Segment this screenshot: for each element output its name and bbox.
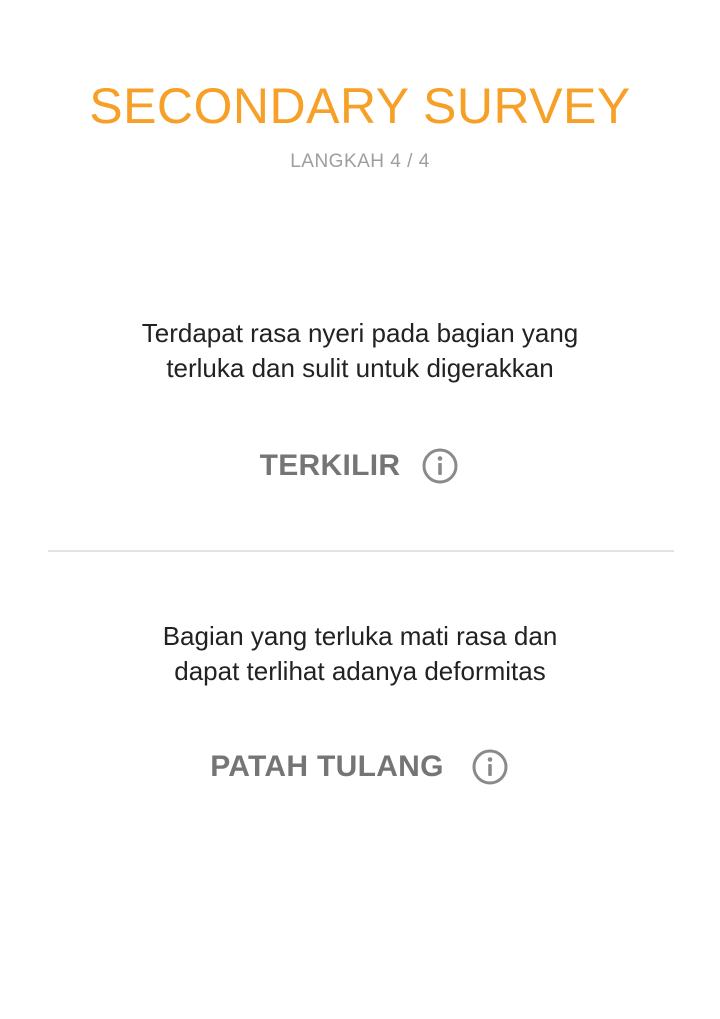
option-2-description-line: dapat terlihat adanya deformitas xyxy=(174,656,546,686)
section-divider xyxy=(48,550,674,552)
option-1-description-line: terluka dan sulit untuk digerakkan xyxy=(166,353,554,383)
option-patah-tulang[interactable]: PATAH TULANG xyxy=(0,743,720,791)
option-1-description: Terdapat rasa nyeri pada bagian yang ter… xyxy=(60,316,660,386)
option-2-description-line: Bagian yang terluka mati rasa dan xyxy=(162,621,558,651)
step-indicator: LANGKAH 4 / 4 xyxy=(290,151,430,172)
option-1-description-line: Terdapat rasa nyeri pada bagian yang xyxy=(141,318,579,348)
option-terkilir[interactable]: TERKILIR xyxy=(0,442,720,490)
option-terkilir-label[interactable]: TERKILIR xyxy=(260,449,401,483)
info-icon[interactable] xyxy=(420,446,460,486)
option-patah-tulang-label[interactable]: PATAH TULANG xyxy=(210,750,444,784)
option-2-description: Bagian yang terluka mati rasa dan dapat … xyxy=(60,619,660,689)
page-title: SECONDARY SURVEY xyxy=(89,78,631,134)
survey-screen: SECONDARY SURVEY LANGKAH 4 / 4 Terdapat … xyxy=(0,0,720,1019)
info-icon[interactable] xyxy=(470,747,510,787)
